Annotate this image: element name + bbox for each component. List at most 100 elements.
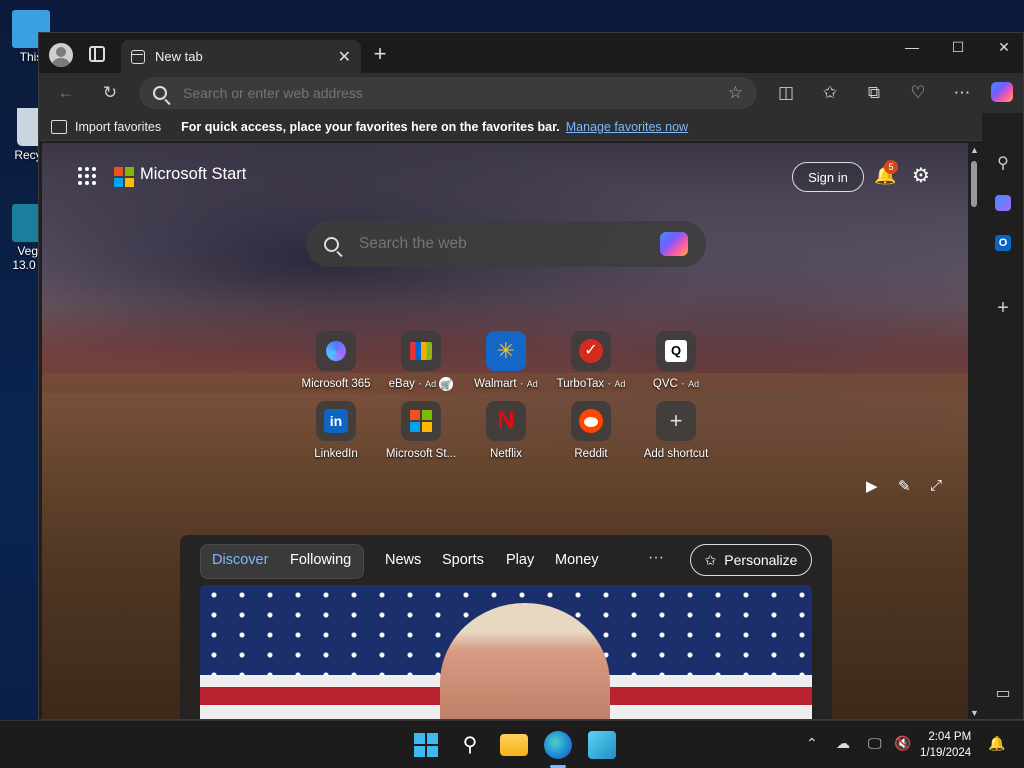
edge-browser-icon[interactable]: [544, 731, 572, 759]
scroll-up-icon[interactable]: ▲: [970, 145, 979, 155]
feed-tab-following[interactable]: Following: [290, 552, 351, 568]
profile-avatar[interactable]: [49, 43, 73, 67]
ebay-icon: [401, 331, 441, 371]
clock-time: 2:04 PM: [928, 731, 972, 743]
scroll-down-icon[interactable]: ▼: [970, 708, 979, 718]
shortcut-label: LinkedIn: [314, 448, 358, 460]
feed-tab-money[interactable]: Money: [555, 552, 599, 568]
microsoft-store-icon: [401, 401, 441, 441]
turbotax-icon: ✓: [571, 331, 611, 371]
close-tab-icon[interactable]: ✕: [338, 47, 351, 67]
personalize-icon: ✩: [704, 551, 717, 568]
system-clock[interactable]: 2:04 PM 1/19/2024: [920, 729, 971, 761]
notifications-bell-icon[interactable]: 🔔: [988, 735, 1005, 752]
network-icon[interactable]: 🖵: [868, 735, 882, 752]
feed-tab-news[interactable]: News: [385, 552, 421, 568]
file-explorer-icon[interactable]: [500, 734, 528, 756]
shortcut-label: Add shortcut: [643, 448, 709, 460]
feed-tab-sports[interactable]: Sports: [442, 552, 484, 568]
import-favorites-button[interactable]: Import favorites: [75, 120, 161, 134]
sidebar-hide-icon[interactable]: ▭: [982, 683, 1023, 703]
notification-badge: 5: [884, 160, 898, 174]
volume-muted-icon[interactable]: 🔇: [894, 735, 911, 752]
more-options-icon[interactable]: ⋯: [951, 82, 973, 104]
new-tab-button[interactable]: +: [369, 41, 391, 67]
back-button[interactable]: ←: [55, 82, 77, 104]
shortcut-label: Walmart · Ad: [474, 378, 538, 390]
app-window-icon[interactable]: [588, 731, 616, 759]
tab-strip: New tab ✕ + — ☐ ✕: [39, 33, 1023, 73]
copilot-icon[interactable]: [660, 232, 688, 256]
sign-in-button[interactable]: Sign in: [792, 162, 864, 192]
shortcut-turbotax[interactable]: ✓ TurboTax · Ad: [549, 331, 633, 390]
shortcut-label: QVC · Ad: [652, 378, 700, 390]
sidebar-search-icon[interactable]: ⚲: [982, 153, 1023, 173]
show-hidden-icons-chevron[interactable]: ⌃: [806, 735, 818, 752]
feed-tab-play[interactable]: Play: [506, 552, 534, 568]
edge-sidebar: ⚲ O + ▭ ⚙: [982, 113, 1023, 719]
notifications-bell-icon[interactable]: 🔔 5: [874, 160, 898, 186]
minimize-button[interactable]: —: [897, 39, 927, 55]
new-tab-page-icon: [131, 49, 145, 64]
web-search-box[interactable]: [306, 221, 706, 267]
shortcut-label: Microsoft St...: [385, 448, 457, 460]
shortcut-linkedin[interactable]: in LinkedIn: [294, 401, 378, 460]
feed-more-icon[interactable]: ···: [648, 549, 664, 567]
linkedin-icon: in: [316, 401, 356, 441]
browser-toolbar: ← ↻ ☆ ◫ ✩ ⧉ ♡ ⋯: [39, 73, 1023, 113]
brand-title[interactable]: Microsoft Start: [140, 165, 246, 184]
start-windows-icon[interactable]: [412, 731, 440, 759]
collections-icon[interactable]: ⧉: [863, 82, 885, 104]
favorite-star-icon[interactable]: ☆: [728, 83, 743, 103]
news-card-image[interactable]: [200, 585, 812, 719]
favorites-bar: Import favorites For quick access, place…: [39, 113, 1023, 141]
feed-tab-discover[interactable]: Discover: [212, 552, 268, 568]
favorites-icon[interactable]: ✩: [819, 82, 841, 104]
copilot-icon[interactable]: [991, 82, 1013, 104]
reddit-icon: [571, 401, 611, 441]
page-scrollbar[interactable]: ▲ ▼: [968, 143, 980, 719]
taskbar-search-icon[interactable]: ⚲: [456, 731, 484, 759]
app-launcher-icon[interactable]: [78, 167, 96, 185]
background-info-icon[interactable]: ✎: [898, 477, 911, 495]
netflix-icon: N: [486, 401, 526, 441]
address-bar[interactable]: ☆: [139, 77, 757, 109]
shortcut-label: Microsoft 365: [301, 378, 371, 390]
play-background-icon[interactable]: ▶: [866, 477, 878, 495]
shortcut-label: Netflix: [490, 448, 522, 460]
scrollbar-thumb[interactable]: [971, 161, 977, 207]
sidebar-copilot-icon[interactable]: [982, 195, 1023, 211]
manage-favorites-link[interactable]: Manage favorites now: [566, 120, 688, 134]
tab-actions-icon[interactable]: [89, 46, 105, 62]
shortcut-label: Reddit: [574, 448, 608, 460]
address-input[interactable]: [183, 85, 728, 101]
tab-new-tab[interactable]: New tab ✕: [121, 40, 361, 73]
shopping-cart-icon: 🛒: [439, 377, 454, 391]
sidebar-outlook-icon[interactable]: O: [982, 235, 1023, 251]
qvc-icon: Q: [656, 331, 696, 371]
shortcut-walmart[interactable]: ✳ Walmart · Ad: [464, 331, 548, 390]
refresh-button[interactable]: ↻: [99, 82, 121, 104]
page-settings-gear-icon[interactable]: ⚙: [912, 163, 930, 188]
web-search-input[interactable]: [359, 235, 660, 253]
shortcut-ebay[interactable]: eBay · Ad 🛒: [379, 331, 463, 391]
maximize-button[interactable]: ☐: [943, 39, 973, 56]
new-tab-page: Microsoft Start Sign in 🔔 5 ⚙ Microsoft …: [42, 143, 968, 719]
shortcut-netflix[interactable]: N Netflix: [464, 401, 548, 460]
add-shortcut-button[interactable]: + Add shortcut: [634, 401, 718, 460]
sidebar-add-icon[interactable]: +: [982, 297, 1023, 320]
favorites-hint: For quick access, place your favorites h…: [181, 119, 560, 134]
shortcut-reddit[interactable]: Reddit: [549, 401, 633, 460]
personalize-button[interactable]: ✩ Personalize: [690, 544, 812, 576]
shortcut-qvc[interactable]: Q QVC · Ad: [634, 331, 718, 390]
clock-date: 1/19/2024: [920, 747, 972, 759]
fullscreen-expand-icon[interactable]: ⤢: [930, 477, 942, 494]
news-feed: Discover Following News Sports Play Mone…: [180, 535, 832, 719]
onedrive-cloud-icon[interactable]: ☁: [836, 735, 850, 752]
tab-title: New tab: [155, 49, 203, 64]
shortcut-microsoft-365[interactable]: Microsoft 365: [294, 331, 378, 390]
shortcut-microsoft-store[interactable]: Microsoft St...: [379, 401, 463, 460]
browser-essentials-icon[interactable]: ♡: [907, 82, 929, 104]
close-window-button[interactable]: ✕: [989, 39, 1019, 56]
split-screen-icon[interactable]: ◫: [775, 82, 797, 104]
